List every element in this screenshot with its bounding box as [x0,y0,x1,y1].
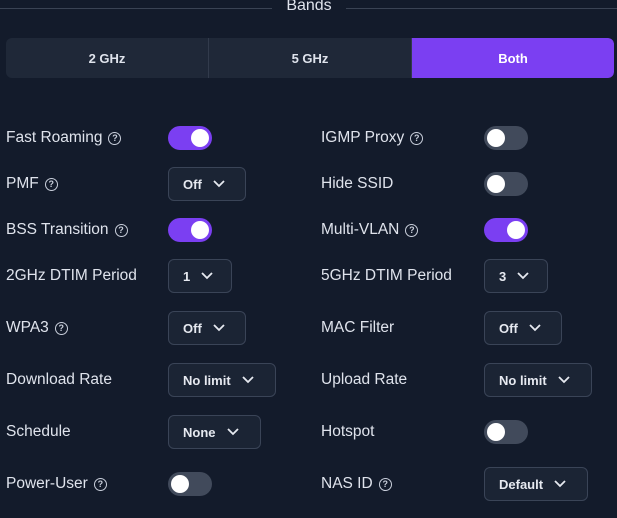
dtim-2ghz-label: 2GHz DTIM Period [6,267,137,284]
hotspot-toggle[interactable] [484,420,528,444]
wpa3-row: WPA3 ? [6,316,68,340]
nas-id-label: NAS ID [321,475,373,492]
schedule-select[interactable]: None [168,415,261,449]
igmp-proxy-toggle[interactable] [484,126,528,150]
download-rate-value: No limit [183,372,231,388]
mac-filter-select[interactable]: Off [484,311,562,345]
toggle-knob [487,175,505,193]
help-circle-icon[interactable]: ? [93,477,107,491]
section-title: Bands [286,0,332,14]
chevron-down-icon [516,269,530,283]
wpa3-value: Off [183,320,202,336]
help-circle-icon[interactable]: ? [410,131,424,145]
download-rate-label: Download Rate [6,371,112,388]
igmp-proxy-row: IGMP Proxy ? [321,126,424,150]
hotspot-row: Hotspot [321,420,374,444]
bss-transition-row: BSS Transition ? [6,218,128,242]
upload-rate-label: Upload Rate [321,371,408,388]
help-circle-icon[interactable]: ? [54,321,68,335]
dtim-5ghz-label: 5GHz DTIM Period [321,267,452,284]
dtim-5ghz-select[interactable]: 3 [484,259,548,293]
power-user-row: Power-User ? [6,472,107,496]
power-user-toggle[interactable] [168,472,212,496]
fast-roaming-label: Fast Roaming [6,129,103,146]
toggle-knob [171,475,189,493]
dtim-2ghz-row: 2GHz DTIM Period [6,264,137,288]
hotspot-label: Hotspot [321,423,375,440]
schedule-row: Schedule [6,420,71,444]
chevron-down-icon [200,269,214,283]
dtim-5ghz-value: 3 [499,268,507,284]
pmf-value: Off [183,176,202,192]
chevron-down-icon [557,373,571,387]
chevron-down-icon [226,425,240,439]
download-rate-row: Download Rate [6,368,112,392]
nas-id-row: NAS ID ? [321,472,392,496]
mac-filter-label: MAC Filter [321,319,395,336]
multi-vlan-label: Multi-VLAN [321,221,400,238]
upload-rate-select[interactable]: No limit [484,363,592,397]
hide-ssid-label: Hide SSID [321,175,394,192]
wpa3-select[interactable]: Off [168,311,246,345]
chevron-down-icon [553,477,567,491]
pmf-label: PMF [6,175,39,192]
chevron-down-icon [212,177,226,191]
divider [346,8,617,9]
band-option-both[interactable]: Both [412,38,614,78]
download-rate-select[interactable]: No limit [168,363,276,397]
mac-filter-value: Off [499,320,518,336]
toggle-knob [191,221,209,239]
schedule-value: None [183,424,216,440]
dtim-5ghz-row: 5GHz DTIM Period [321,264,452,288]
pmf-select[interactable]: Off [168,167,246,201]
multi-vlan-row: Multi-VLAN ? [321,218,419,242]
upload-rate-row: Upload Rate [321,368,407,392]
power-user-label: Power-User [6,475,88,492]
toggle-knob [191,129,209,147]
hide-ssid-row: Hide SSID [321,172,393,196]
chevron-down-icon [241,373,255,387]
band-option-2ghz[interactable]: 2 GHz [6,38,209,78]
help-circle-icon[interactable]: ? [44,177,58,191]
band-option-5ghz[interactable]: 5 GHz [209,38,412,78]
hide-ssid-toggle[interactable] [484,172,528,196]
help-circle-icon[interactable]: ? [378,477,392,491]
dtim-2ghz-value: 1 [183,268,191,284]
mac-filter-row: MAC Filter [321,316,394,340]
fast-roaming-toggle[interactable] [168,126,212,150]
toggle-knob [487,423,505,441]
chevron-down-icon [212,321,226,335]
bss-transition-toggle[interactable] [168,218,212,242]
help-circle-icon[interactable]: ? [114,223,128,237]
band-selector: 2 GHz 5 GHz Both [6,38,614,78]
wifi-advanced-settings: Bands 2 GHz 5 GHz Both Fast Roaming ? IG… [0,0,617,518]
multi-vlan-toggle[interactable] [484,218,528,242]
divider [0,8,272,9]
chevron-down-icon [528,321,542,335]
fast-roaming-row: Fast Roaming ? [6,126,122,150]
toggle-knob [507,221,525,239]
toggle-knob [487,129,505,147]
help-circle-icon[interactable]: ? [108,131,122,145]
bands-section-header: Bands [0,0,617,18]
igmp-proxy-label: IGMP Proxy [321,129,405,146]
bss-transition-label: BSS Transition [6,221,109,238]
help-circle-icon[interactable]: ? [405,223,419,237]
pmf-row: PMF ? [6,172,58,196]
dtim-2ghz-select[interactable]: 1 [168,259,232,293]
nas-id-value: Default [499,476,544,492]
wpa3-label: WPA3 [6,319,49,336]
schedule-label: Schedule [6,423,71,440]
nas-id-select[interactable]: Default [484,467,588,501]
upload-rate-value: No limit [499,372,547,388]
